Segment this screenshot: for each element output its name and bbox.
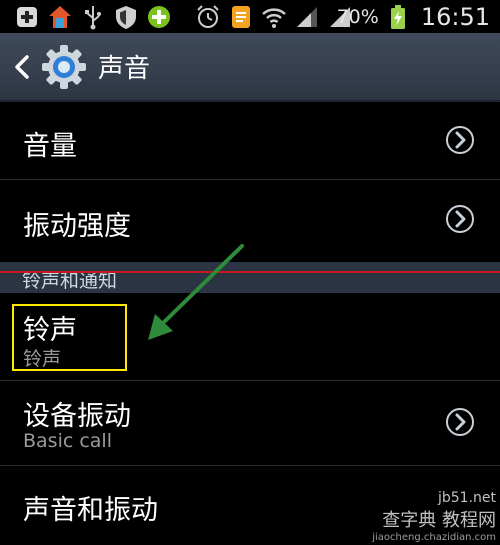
annotation-red-line	[0, 271, 500, 273]
highlight-box	[12, 304, 127, 371]
list-item-vibration-intensity[interactable]: 振动强度	[0, 180, 500, 263]
watermark-line1: jb51.net	[437, 490, 496, 506]
shield-icon	[113, 4, 139, 30]
list-item-device-vibration[interactable]: 设备振动 Basic call	[0, 381, 500, 466]
chevron-left-icon[interactable]	[8, 47, 36, 87]
signal-icon	[294, 4, 320, 30]
list-item-volume[interactable]: 音量	[0, 102, 500, 180]
gear-icon[interactable]	[40, 43, 88, 91]
clock-time: 16:51	[420, 2, 490, 31]
item-title: 振动强度	[23, 211, 131, 242]
usb-icon	[80, 4, 106, 30]
chevron-right-icon	[445, 125, 475, 155]
section-header: 铃声和通知	[0, 262, 500, 293]
alarm-icon	[195, 4, 221, 30]
page-title: 声音	[98, 54, 151, 84]
item-title: 音量	[23, 131, 77, 162]
plus-square-icon	[14, 4, 40, 30]
chevron-right-icon	[445, 204, 475, 234]
watermark-line3: jiaocheng.chazidian.com	[372, 532, 496, 543]
watermark-line2: 查字典 教程网	[382, 510, 496, 531]
item-title: 声音和振动	[23, 495, 158, 526]
green-plus-icon	[146, 4, 172, 30]
battery-percent: 70%	[336, 5, 379, 28]
wifi-icon	[261, 4, 287, 30]
home-app-icon	[47, 4, 73, 30]
battery-charging-icon	[385, 4, 411, 30]
chevron-right-icon	[445, 407, 475, 437]
item-title: 设备振动	[23, 401, 131, 432]
item-subtitle: Basic call	[23, 430, 112, 452]
status-bar: 70% 16:51	[0, 0, 500, 33]
watermark: jb51.net 查字典 教程网 jiaocheng.chazidian.com	[372, 490, 496, 543]
action-bar: 声音	[0, 33, 500, 102]
document-icon	[228, 4, 254, 30]
